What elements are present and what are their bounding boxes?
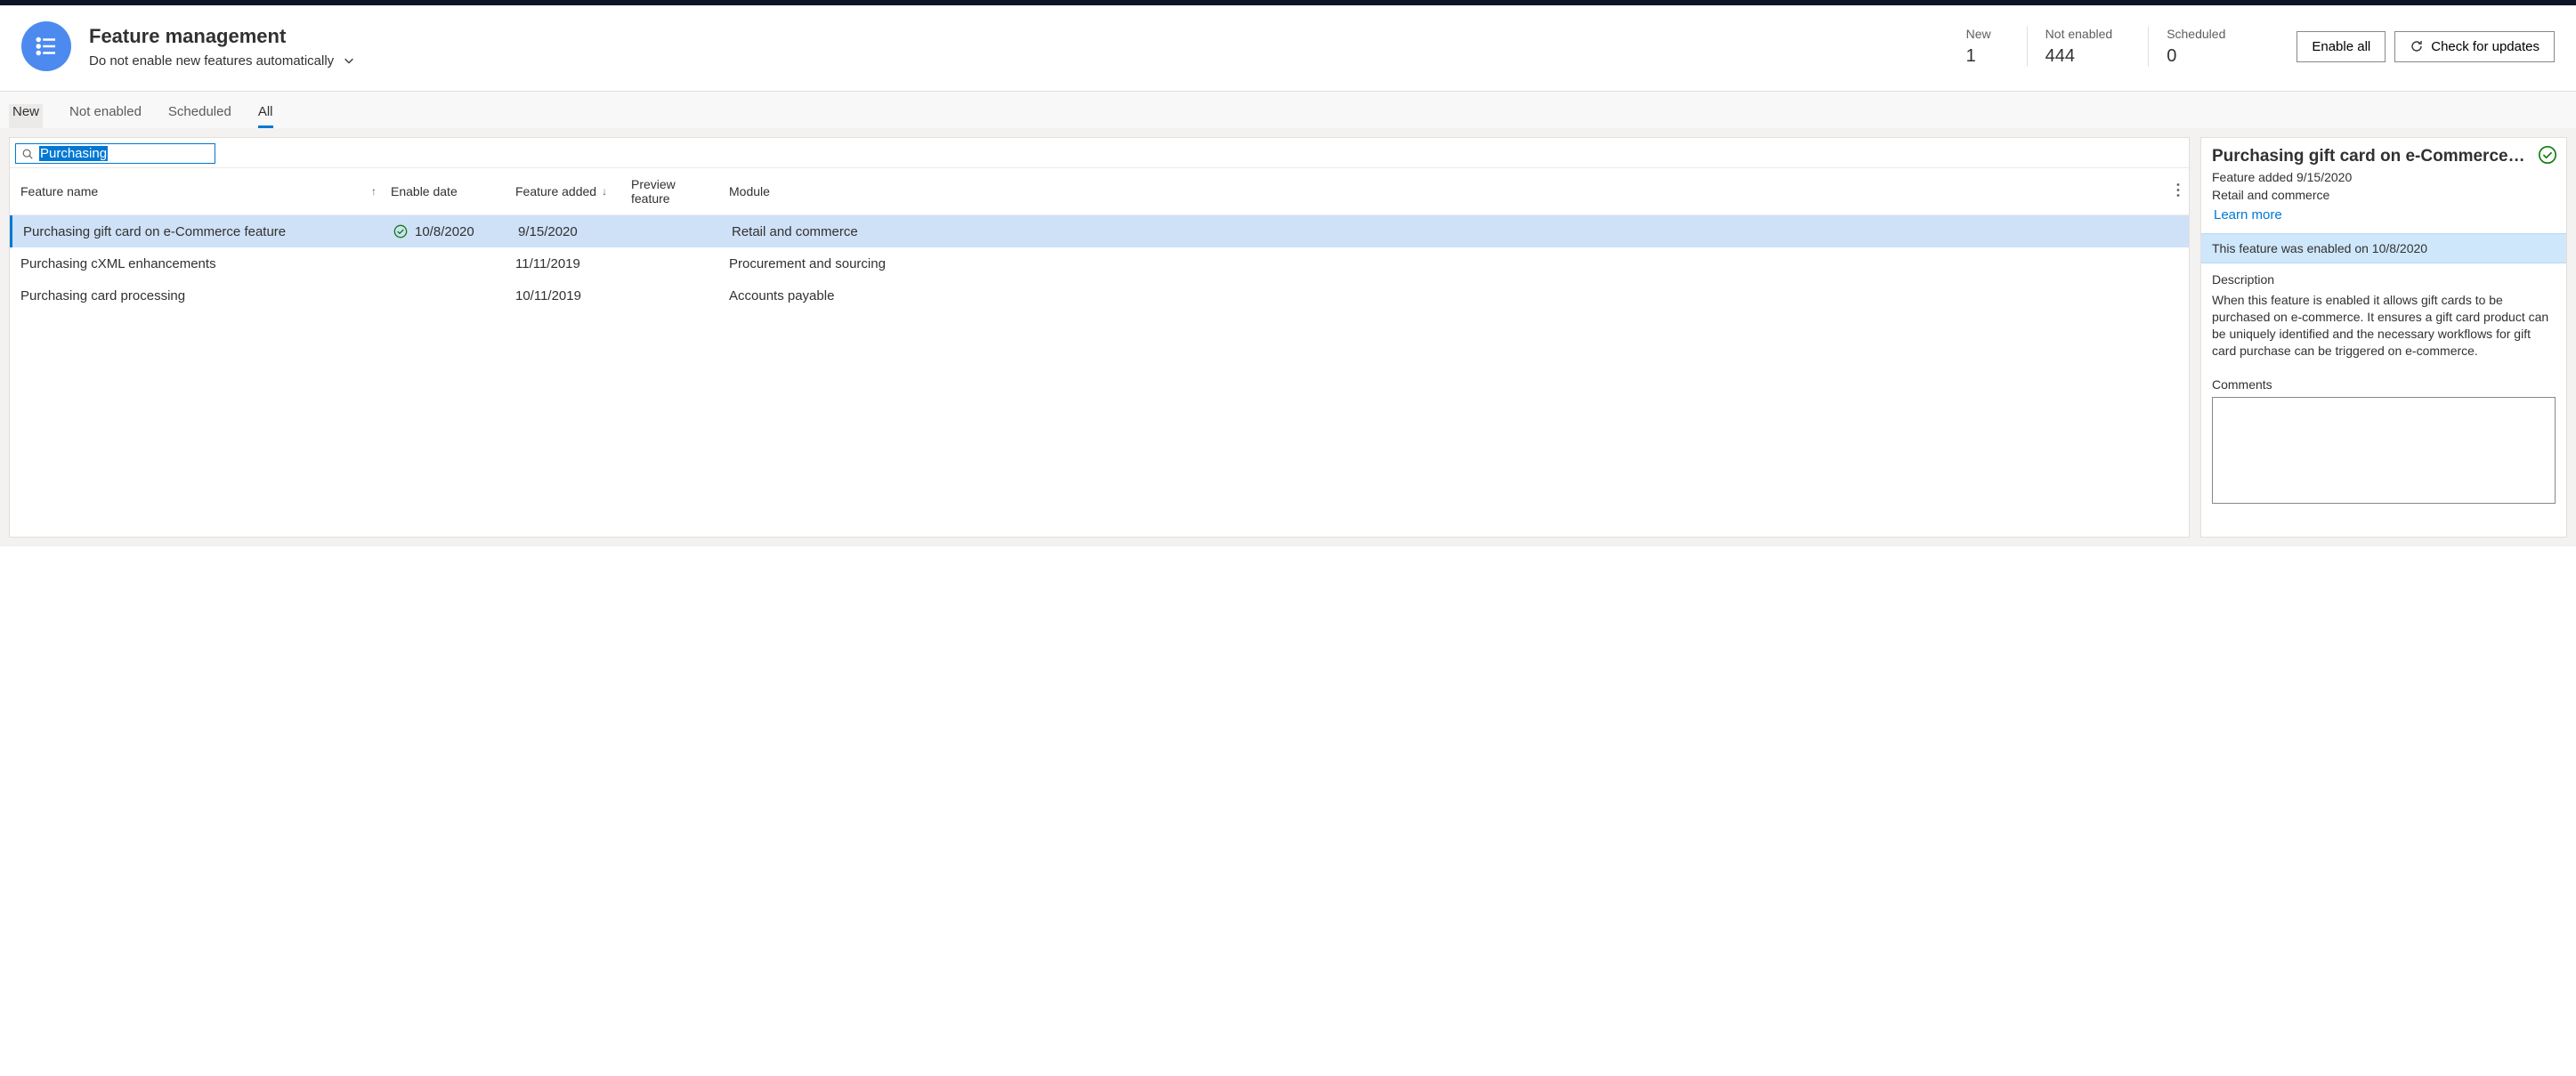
stat-scheduled[interactable]: Scheduled 0 xyxy=(2149,27,2261,67)
check-updates-button[interactable]: Check for updates xyxy=(2394,31,2555,62)
cell-enable-date: 10/8/2020 xyxy=(386,219,511,245)
auto-enable-dropdown[interactable]: Do not enable new features automatically xyxy=(89,53,355,69)
description-text: When this feature is enabled it allows g… xyxy=(2212,292,2556,360)
cell-preview xyxy=(624,258,722,269)
tab-scheduled[interactable]: Scheduled xyxy=(168,104,231,128)
stat-new-label: New xyxy=(1966,27,1991,41)
stat-scheduled-value: 0 xyxy=(2167,46,2225,67)
detail-module: Retail and commerce xyxy=(2212,188,2556,202)
cell-preview xyxy=(627,226,725,237)
cell-feature-added: 9/15/2020 xyxy=(511,219,627,245)
tab-bar: New Not enabled Scheduled All xyxy=(0,92,2576,128)
check-circle-icon xyxy=(393,224,408,239)
chevron-down-icon xyxy=(343,54,355,67)
cell-module: Procurement and sourcing xyxy=(722,251,2189,277)
stat-scheduled-label: Scheduled xyxy=(2167,27,2225,41)
cell-module: Retail and commerce xyxy=(725,219,2189,245)
description-label: Description xyxy=(2212,272,2556,287)
comments-label: Comments xyxy=(2212,377,2556,392)
grid-more-menu[interactable] xyxy=(2173,180,2183,204)
stats-block: New 1 Not enabled 444 Scheduled 0 xyxy=(1948,27,2262,67)
feature-list-icon xyxy=(21,21,71,71)
search-icon xyxy=(21,148,34,160)
col-header-module[interactable]: Module xyxy=(722,175,2189,207)
content-area: Purchasing Feature name ↑ Enable date Fe… xyxy=(0,128,2576,546)
grid-body: Purchasing gift card on e-Commerce featu… xyxy=(10,215,2189,311)
col-header-name-label: Feature name xyxy=(20,184,98,198)
cell-feature-name: Purchasing cXML enhancements xyxy=(10,251,384,277)
enable-all-button[interactable]: Enable all xyxy=(2297,31,2386,62)
auto-enable-label: Do not enable new features automatically xyxy=(89,53,334,69)
check-circle-icon xyxy=(2538,145,2557,165)
cell-feature-name: Purchasing gift card on e-Commerce featu… xyxy=(12,219,386,245)
col-header-feature-added[interactable]: Feature added ↓ xyxy=(508,175,624,207)
detail-panel: Purchasing gift card on e-Commerce f… Fe… xyxy=(2200,137,2567,538)
stat-new[interactable]: New 1 xyxy=(1948,27,2028,67)
col-header-name[interactable]: Feature name ↑ xyxy=(10,175,384,207)
learn-more-link[interactable]: Learn more xyxy=(2212,207,2282,222)
cell-enable-date xyxy=(384,258,508,269)
search-value: Purchasing xyxy=(39,146,108,161)
table-row[interactable]: Purchasing gift card on e-Commerce featu… xyxy=(10,215,2189,247)
cell-module: Accounts payable xyxy=(722,283,2189,309)
page-header: Feature management Do not enable new fea… xyxy=(0,5,2576,92)
refresh-icon xyxy=(2410,39,2424,53)
detail-title: Purchasing gift card on e-Commerce f… xyxy=(2212,147,2556,166)
stat-not-enabled[interactable]: Not enabled 444 xyxy=(2028,27,2150,67)
stat-not-enabled-label: Not enabled xyxy=(2045,27,2113,41)
col-header-enable-date[interactable]: Enable date xyxy=(384,175,508,207)
comments-textarea[interactable] xyxy=(2212,397,2556,504)
stat-new-value: 1 xyxy=(1966,46,1991,67)
stat-not-enabled-value: 444 xyxy=(2045,46,2113,67)
table-row[interactable]: Purchasing card processing 10/11/2019 Acco… xyxy=(10,279,2189,311)
more-vertical-icon xyxy=(2176,183,2180,198)
cell-feature-name: Purchasing card processing xyxy=(10,283,384,309)
tab-not-enabled[interactable]: Not enabled xyxy=(69,104,142,128)
grid-header: Feature name ↑ Enable date Feature added… xyxy=(10,167,2189,215)
check-updates-label: Check for updates xyxy=(2431,39,2540,54)
col-header-preview[interactable]: Preview feature xyxy=(624,168,722,214)
sort-asc-icon: ↑ xyxy=(371,185,377,198)
cell-preview xyxy=(624,290,722,301)
tab-all[interactable]: All xyxy=(258,104,273,128)
grid-panel: Purchasing Feature name ↑ Enable date Fe… xyxy=(9,137,2190,538)
detail-added: Feature added 9/15/2020 xyxy=(2212,170,2556,184)
cell-feature-added: 11/11/2019 xyxy=(508,251,624,277)
cell-enable-date xyxy=(384,290,508,301)
page-title: Feature management xyxy=(89,25,355,48)
table-row[interactable]: Purchasing cXML enhancements 11/11/2019 Pr… xyxy=(10,247,2189,279)
enabled-banner: This feature was enabled on 10/8/2020 xyxy=(2201,233,2566,263)
sort-desc-icon: ↓ xyxy=(602,185,607,198)
search-input[interactable]: Purchasing xyxy=(15,143,215,164)
tab-new[interactable]: New xyxy=(9,104,43,128)
col-header-feature-added-label: Feature added xyxy=(515,184,596,198)
cell-feature-added: 10/11/2019 xyxy=(508,283,624,309)
enable-all-label: Enable all xyxy=(2312,39,2370,54)
